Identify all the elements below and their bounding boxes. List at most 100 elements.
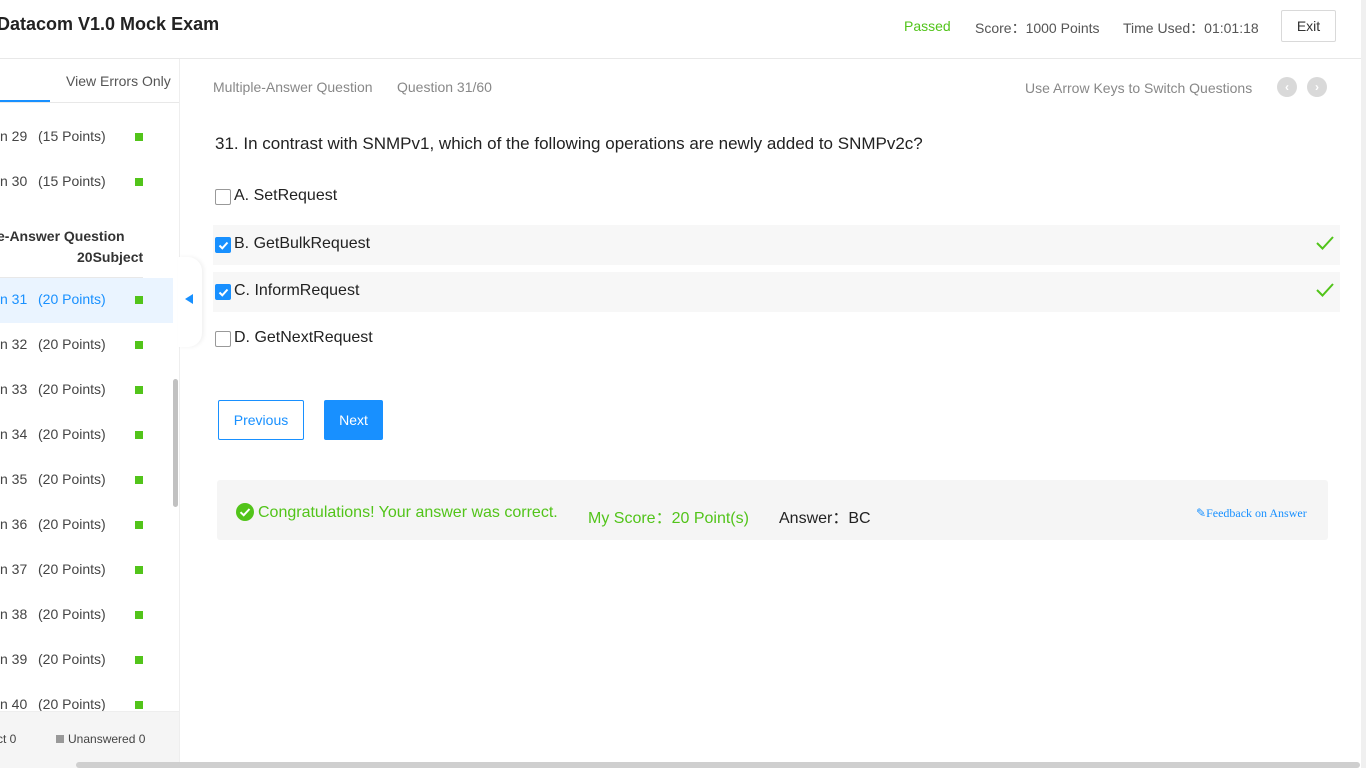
- horizontal-scrollbar[interactable]: [76, 762, 1360, 768]
- option-d[interactable]: D. GetNextRequest: [213, 319, 1340, 359]
- question-number: n 32: [0, 336, 28, 352]
- sidebar-item-q35[interactable]: n 35 (20 Points): [0, 458, 173, 503]
- legend-unanswered: Unanswered 0: [56, 732, 145, 746]
- result-message: Congratulations! Your answer was correct…: [258, 504, 558, 521]
- answered-indicator: [135, 431, 143, 439]
- tab-view-errors-only[interactable]: View Errors Only: [66, 73, 171, 89]
- sidebar-item-q34[interactable]: n 34 (20 Points): [0, 413, 173, 458]
- question-number: n 35: [0, 471, 28, 487]
- sidebar-item-q31[interactable]: n 31 (20 Points): [0, 278, 173, 323]
- next-button[interactable]: Next: [324, 400, 383, 440]
- answered-indicator: [135, 566, 143, 574]
- my-score: My Score：20 Point(s): [588, 510, 749, 527]
- question-type: Multiple-Answer Question: [213, 79, 373, 95]
- question-number: n 29: [0, 128, 28, 144]
- question-points: (20 Points): [38, 426, 106, 442]
- option-a[interactable]: A. SetRequest: [213, 177, 1340, 217]
- answered-indicator: [135, 133, 143, 141]
- unanswered-square-icon: [56, 735, 64, 743]
- option-label: A. SetRequest: [234, 187, 338, 204]
- section-count: 20Subject: [77, 249, 144, 265]
- question-points: (15 Points): [38, 128, 106, 144]
- sidebar-item-q36[interactable]: n 36 (20 Points): [0, 503, 173, 548]
- collapse-sidebar-toggle[interactable]: [178, 257, 202, 347]
- caret-left-icon: [185, 294, 193, 304]
- answered-indicator: [135, 296, 143, 304]
- answered-indicator: [135, 341, 143, 349]
- question-number: n 40: [0, 696, 28, 712]
- exit-button[interactable]: Exit: [1281, 10, 1336, 42]
- question-points: (20 Points): [38, 516, 106, 532]
- question-text: 31. In contrast with SNMPv1, which of th…: [215, 134, 923, 153]
- sidebar-item-q29[interactable]: n 29 (15 Points): [0, 115, 173, 160]
- option-c[interactable]: C. InformRequest: [213, 272, 1340, 312]
- legend-unanswered-label: Unanswered 0: [68, 732, 146, 746]
- legend-correct: ct 0: [0, 732, 17, 746]
- sidebar-item-q39[interactable]: n 39 (20 Points): [0, 638, 173, 683]
- edit-icon: ✎: [1196, 506, 1207, 520]
- sidebar-item-q38[interactable]: n 38 (20 Points): [0, 593, 173, 638]
- option-label: C. InformRequest: [234, 282, 360, 299]
- question-points: (20 Points): [38, 291, 106, 307]
- sidebar-item-q33[interactable]: n 33 (20 Points): [0, 368, 173, 413]
- answered-indicator: [135, 386, 143, 394]
- answered-indicator: [135, 521, 143, 529]
- arrow-key-hint: Use Arrow Keys to Switch Questions: [1025, 80, 1253, 96]
- next-question-icon[interactable]: ›: [1307, 77, 1327, 97]
- time-used: Time Used：01:01:18: [1123, 20, 1259, 36]
- sidebar-item-q30[interactable]: n 30 (15 Points): [0, 160, 173, 205]
- sidebar-scrollbar[interactable]: [173, 379, 178, 507]
- question-points: (20 Points): [38, 561, 106, 577]
- sidebar-legend: ct 0 Unanswered 0: [0, 711, 179, 768]
- previous-button[interactable]: Previous: [218, 400, 304, 440]
- answered-indicator: [135, 611, 143, 619]
- option-label: D. GetNextRequest: [234, 329, 373, 346]
- question-points: (20 Points): [38, 381, 106, 397]
- question-counter: Question 31/60: [397, 79, 492, 95]
- question-number: n 31: [0, 291, 28, 307]
- question-points: (15 Points): [38, 173, 106, 189]
- feedback-link[interactable]: ✎Feedback on Answer: [1196, 506, 1307, 521]
- question-points: (20 Points): [38, 696, 106, 712]
- option-checkbox[interactable]: [215, 189, 231, 205]
- option-label: B. GetBulkRequest: [234, 235, 371, 252]
- question-number: n 36: [0, 516, 28, 532]
- exam-title: Datacom V1.0 Mock Exam: [0, 14, 220, 34]
- correct-check-icon: [1315, 234, 1335, 257]
- answer-result-panel: Congratulations! Your answer was correct…: [217, 480, 1328, 540]
- prev-question-icon[interactable]: ‹: [1277, 77, 1297, 97]
- question-points: (20 Points): [38, 606, 106, 622]
- question-points: (20 Points): [38, 336, 106, 352]
- question-number: n 37: [0, 561, 28, 577]
- question-number: n 39: [0, 651, 28, 667]
- question-sidebar: View Errors Only n 29 (15 Points) n 30 (…: [0, 59, 180, 768]
- question-number: n 34: [0, 426, 28, 442]
- answered-indicator: [135, 701, 143, 709]
- answered-indicator: [135, 178, 143, 186]
- question-number: n 33: [0, 381, 28, 397]
- option-b[interactable]: B. GetBulkRequest: [213, 225, 1340, 265]
- answered-indicator: [135, 476, 143, 484]
- answered-indicator: [135, 656, 143, 664]
- option-checkbox[interactable]: [215, 237, 231, 253]
- question-points: (20 Points): [38, 471, 106, 487]
- option-checkbox[interactable]: [215, 284, 231, 300]
- question-panel: Multiple-Answer Question Question 31/60 …: [200, 59, 1340, 768]
- question-number: n 38: [0, 606, 28, 622]
- correct-check-icon: [1315, 281, 1335, 304]
- sidebar-tabs: View Errors Only: [0, 59, 179, 103]
- exam-status: Passed: [904, 18, 951, 34]
- header-bar: Datacom V1.0 Mock Exam Passed Score：1000…: [0, 0, 1366, 59]
- tab-all[interactable]: [0, 100, 50, 102]
- option-checkbox[interactable]: [215, 331, 231, 347]
- question-points: (20 Points): [38, 651, 106, 667]
- section-title: e-Answer Question: [0, 228, 125, 244]
- check-circle-icon: [236, 503, 254, 526]
- total-score: Score：1000 Points: [975, 20, 1100, 36]
- sidebar-item-q37[interactable]: n 37 (20 Points): [0, 548, 173, 593]
- window-right-edge: [1361, 0, 1366, 768]
- correct-answer: Answer：BC: [779, 510, 871, 527]
- question-number: n 30: [0, 173, 28, 189]
- sidebar-item-q32[interactable]: n 32 (20 Points): [0, 323, 173, 368]
- feedback-label: Feedback on Answer: [1206, 506, 1307, 520]
